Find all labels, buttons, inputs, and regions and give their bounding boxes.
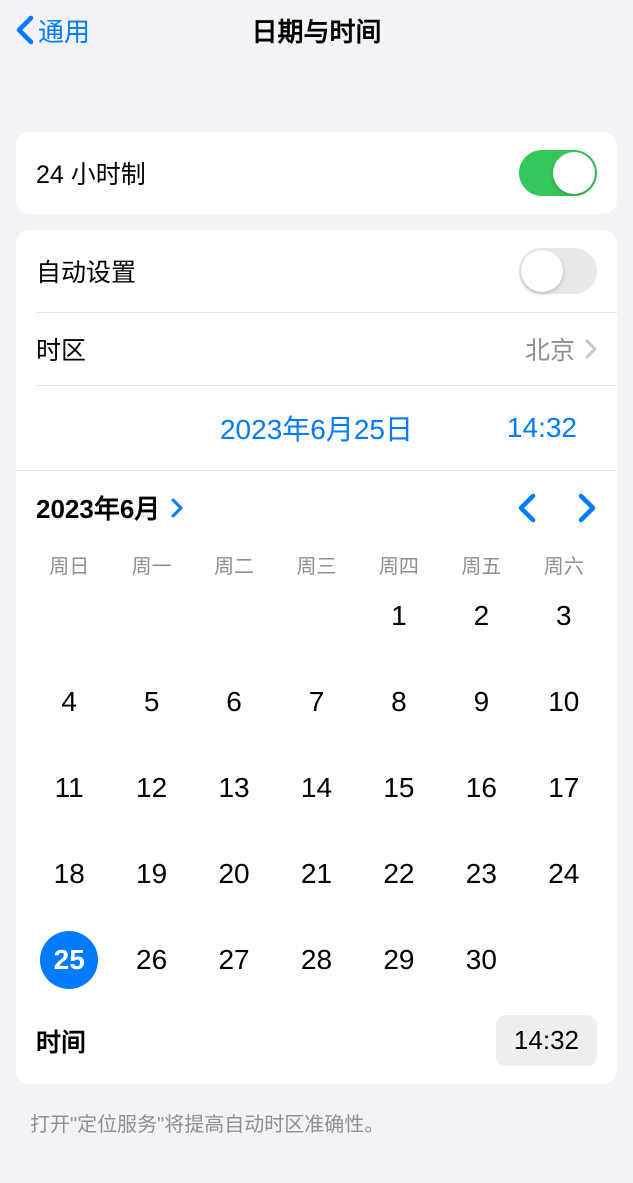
- weekday-label: 周三: [275, 550, 357, 579]
- calendar-day[interactable]: 6: [193, 675, 275, 729]
- calendar-day[interactable]: 30: [440, 933, 522, 987]
- calendar-day[interactable]: 26: [110, 933, 192, 987]
- row-timezone[interactable]: 时区 北京: [16, 313, 617, 385]
- label-timezone: 时区: [36, 331, 86, 367]
- toggle-knob: [521, 250, 563, 292]
- row-time: 时间 14:32: [16, 997, 617, 1084]
- calendar-day-empty: [193, 589, 275, 643]
- calendar-day[interactable]: 20: [193, 847, 275, 901]
- calendar-day[interactable]: 29: [358, 933, 440, 987]
- calendar-day[interactable]: 21: [275, 847, 357, 901]
- calendar-day[interactable]: 4: [28, 675, 110, 729]
- calendar-day-empty: [275, 589, 357, 643]
- label-time: 时间: [36, 1023, 86, 1059]
- time-picker[interactable]: 14:32: [496, 1015, 597, 1066]
- weekday-label: 周日: [28, 550, 110, 579]
- back-label: 通用: [38, 12, 90, 49]
- calendar-day[interactable]: 19: [110, 847, 192, 901]
- chevron-right-icon: [585, 339, 597, 359]
- calendar-day[interactable]: 22: [358, 847, 440, 901]
- calendar-day[interactable]: 1: [358, 589, 440, 643]
- header: 通用 日期与时间: [0, 0, 633, 60]
- weekday-label: 周四: [358, 550, 440, 579]
- label-auto-set: 自动设置: [36, 253, 136, 289]
- month-nav: [517, 493, 597, 523]
- weekday-label: 周一: [110, 550, 192, 579]
- calendar-day[interactable]: 16: [440, 761, 522, 815]
- calendar-day[interactable]: 27: [193, 933, 275, 987]
- next-month-button[interactable]: [577, 493, 597, 523]
- page-title: 日期与时间: [0, 12, 633, 49]
- section-datetime: 自动设置 时区 北京 2023年6月25日 14:32 2023年6月: [16, 230, 617, 1084]
- calendar-day[interactable]: 15: [358, 761, 440, 815]
- calendar-day-empty: [28, 589, 110, 643]
- chevron-left-icon: [16, 15, 34, 45]
- calendar-day-empty: [110, 589, 192, 643]
- calendar-header: 2023年6月: [16, 471, 617, 544]
- toggle-auto-set[interactable]: [519, 248, 597, 294]
- row-24hour: 24 小时制: [16, 132, 617, 214]
- calendar-day[interactable]: 25: [28, 933, 110, 987]
- weekday-row: 周日周一周二周三周四周五周六: [16, 544, 617, 589]
- month-year-button[interactable]: 2023年6月: [36, 489, 184, 526]
- toggle-24hour[interactable]: [519, 150, 597, 196]
- calendar-day[interactable]: 3: [523, 589, 605, 643]
- weekday-label: 周五: [440, 550, 522, 579]
- row-selected-datetime: 2023年6月25日 14:32: [16, 386, 617, 470]
- month-year-label: 2023年6月: [36, 489, 160, 526]
- selected-time[interactable]: 14:32: [507, 412, 577, 444]
- calendar-day[interactable]: 23: [440, 847, 522, 901]
- calendar-day[interactable]: 2: [440, 589, 522, 643]
- calendar-day[interactable]: 5: [110, 675, 192, 729]
- calendar-day[interactable]: 24: [523, 847, 605, 901]
- calendar-day[interactable]: 17: [523, 761, 605, 815]
- section-24hour: 24 小时制: [16, 132, 617, 214]
- back-button[interactable]: 通用: [16, 12, 90, 49]
- label-24hour: 24 小时制: [36, 155, 146, 191]
- weekday-label: 周六: [523, 550, 605, 579]
- calendar-day[interactable]: 12: [110, 761, 192, 815]
- timezone-text: 北京: [525, 331, 575, 367]
- calendar-day[interactable]: 10: [523, 675, 605, 729]
- toggle-knob: [553, 152, 595, 194]
- calendar-day[interactable]: 18: [28, 847, 110, 901]
- chevron-right-icon: [170, 498, 184, 518]
- calendar-day[interactable]: 28: [275, 933, 357, 987]
- value-timezone: 北京: [525, 331, 597, 367]
- weekday-label: 周二: [193, 550, 275, 579]
- calendar-grid: 1234567891011121314151617181920212223242…: [16, 589, 617, 997]
- calendar-day[interactable]: 14: [275, 761, 357, 815]
- calendar-day[interactable]: 13: [193, 761, 275, 815]
- calendar-day[interactable]: 9: [440, 675, 522, 729]
- footer-note: 打开"定位服务"将提高自动时区准确性。: [0, 1100, 633, 1145]
- selected-date[interactable]: 2023年6月25日: [220, 408, 413, 448]
- calendar-day[interactable]: 11: [28, 761, 110, 815]
- calendar-day[interactable]: 7: [275, 675, 357, 729]
- calendar-day[interactable]: 8: [358, 675, 440, 729]
- prev-month-button[interactable]: [517, 493, 537, 523]
- row-auto-set: 自动设置: [16, 230, 617, 312]
